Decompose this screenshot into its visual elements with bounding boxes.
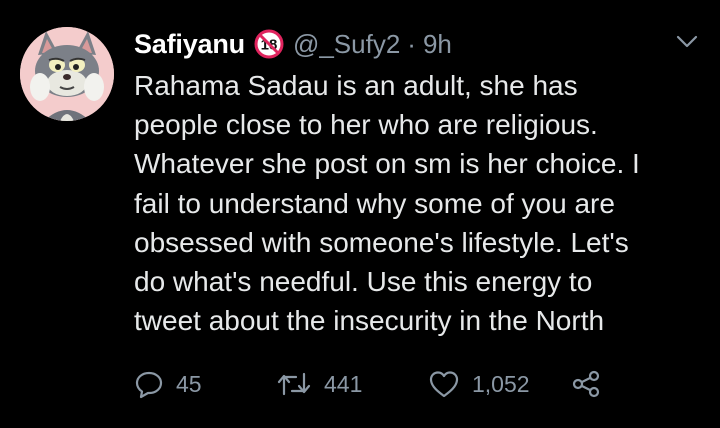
retweet-count: 441 — [324, 370, 363, 397]
tweet-text-line: people close to her who are religious. — [134, 109, 598, 141]
tweet[interactable]: Safiyanu 18 @_Sufy2 · 9h Rahama Sadau is… — [0, 0, 720, 428]
tweet-text-line: do what's needful. Use this energy to — [134, 266, 593, 298]
chevron-down-icon[interactable] — [672, 32, 702, 52]
retweet-icon — [276, 369, 312, 399]
like-button[interactable]: 1,052 — [428, 364, 530, 404]
action-bar: 45 441 1,052 — [134, 364, 694, 404]
retweet-button[interactable]: 441 — [276, 364, 362, 404]
avatar[interactable] — [20, 27, 114, 121]
separator-dot: · — [407, 28, 416, 59]
tweet-text-line: obsessed with someone's lifestyle. Let's — [134, 226, 629, 258]
display-name[interactable]: Safiyanu — [134, 29, 245, 60]
tweet-text-line: Rahama Sadau is an adult, she has — [134, 70, 578, 101]
reply-icon — [134, 369, 164, 399]
user-handle[interactable]: @_Sufy2 — [293, 29, 400, 60]
tweet-text: Rahama Sadau is an adult, she has people… — [134, 66, 704, 340]
share-icon — [570, 369, 602, 399]
heart-icon — [428, 369, 460, 399]
share-button[interactable] — [570, 364, 602, 404]
reply-button[interactable]: 45 — [134, 364, 202, 404]
reply-count: 45 — [176, 370, 202, 397]
tweet-text-line: fail to understand why some of you are — [134, 187, 615, 219]
tweet-text-line: tweet about the insecurity in the North — [134, 305, 605, 337]
like-count: 1,052 — [472, 370, 530, 397]
no-under-18-icon: 18 — [253, 28, 285, 60]
tweet-text-line: Whatever she post on sm is her choice. I — [134, 148, 640, 180]
timestamp[interactable]: 9h — [423, 29, 452, 60]
tweet-header: Safiyanu 18 @_Sufy2 · 9h — [134, 24, 452, 64]
